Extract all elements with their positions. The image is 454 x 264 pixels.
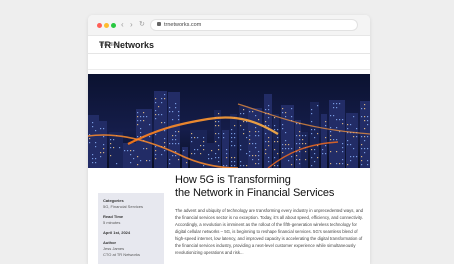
address-text: trnetworks.com [164,22,202,28]
lock-icon [157,21,161,26]
meta-read-time-value: 5 minutes [103,220,121,225]
minimize-window-dot[interactable] [104,23,109,28]
close-window-dot[interactable] [97,23,102,28]
sub-navigation [88,54,370,70]
meta-author-role: CTO at TR Networks [103,252,140,257]
meta-author-label: Author [103,240,117,245]
meta-date: April 1st, 2024 [103,230,131,235]
meta-read-time-label: Read Time [103,214,124,219]
address-bar[interactable]: trnetworks.com [150,19,358,31]
maximize-window-dot[interactable] [111,23,116,28]
reload-icon[interactable]: ↻ [139,19,145,31]
article-title: How 5G is Transforming the Network in Fi… [175,174,365,200]
breadcrumb[interactable]: The Blog [99,42,119,48]
hero-image [88,74,370,168]
back-arrow-icon[interactable]: ‹ [121,19,124,31]
meta-categories-value: 5G, Financial Services [103,204,144,209]
meta-categories-label: Categories [103,198,124,203]
meta-author-name: Jess James [103,246,125,251]
browser-window: ‹ › ↻ trnetworks.com TR Networks The Blo… [88,15,370,264]
site-header: TR Networks [88,36,370,54]
forward-arrow-icon[interactable]: › [130,19,133,31]
article-body: The advent and ubiquity of technology ar… [175,207,363,259]
article-meta-sidebar: Categories 5G, Financial Services Read T… [98,193,164,264]
article-paragraph: The advent and ubiquity of technology ar… [175,208,363,255]
article-title-line-1: How 5G is Transforming [175,174,291,186]
browser-toolbar: ‹ › ↻ trnetworks.com [88,15,370,36]
article-title-line-2: the Network in Financial Services [175,187,335,199]
